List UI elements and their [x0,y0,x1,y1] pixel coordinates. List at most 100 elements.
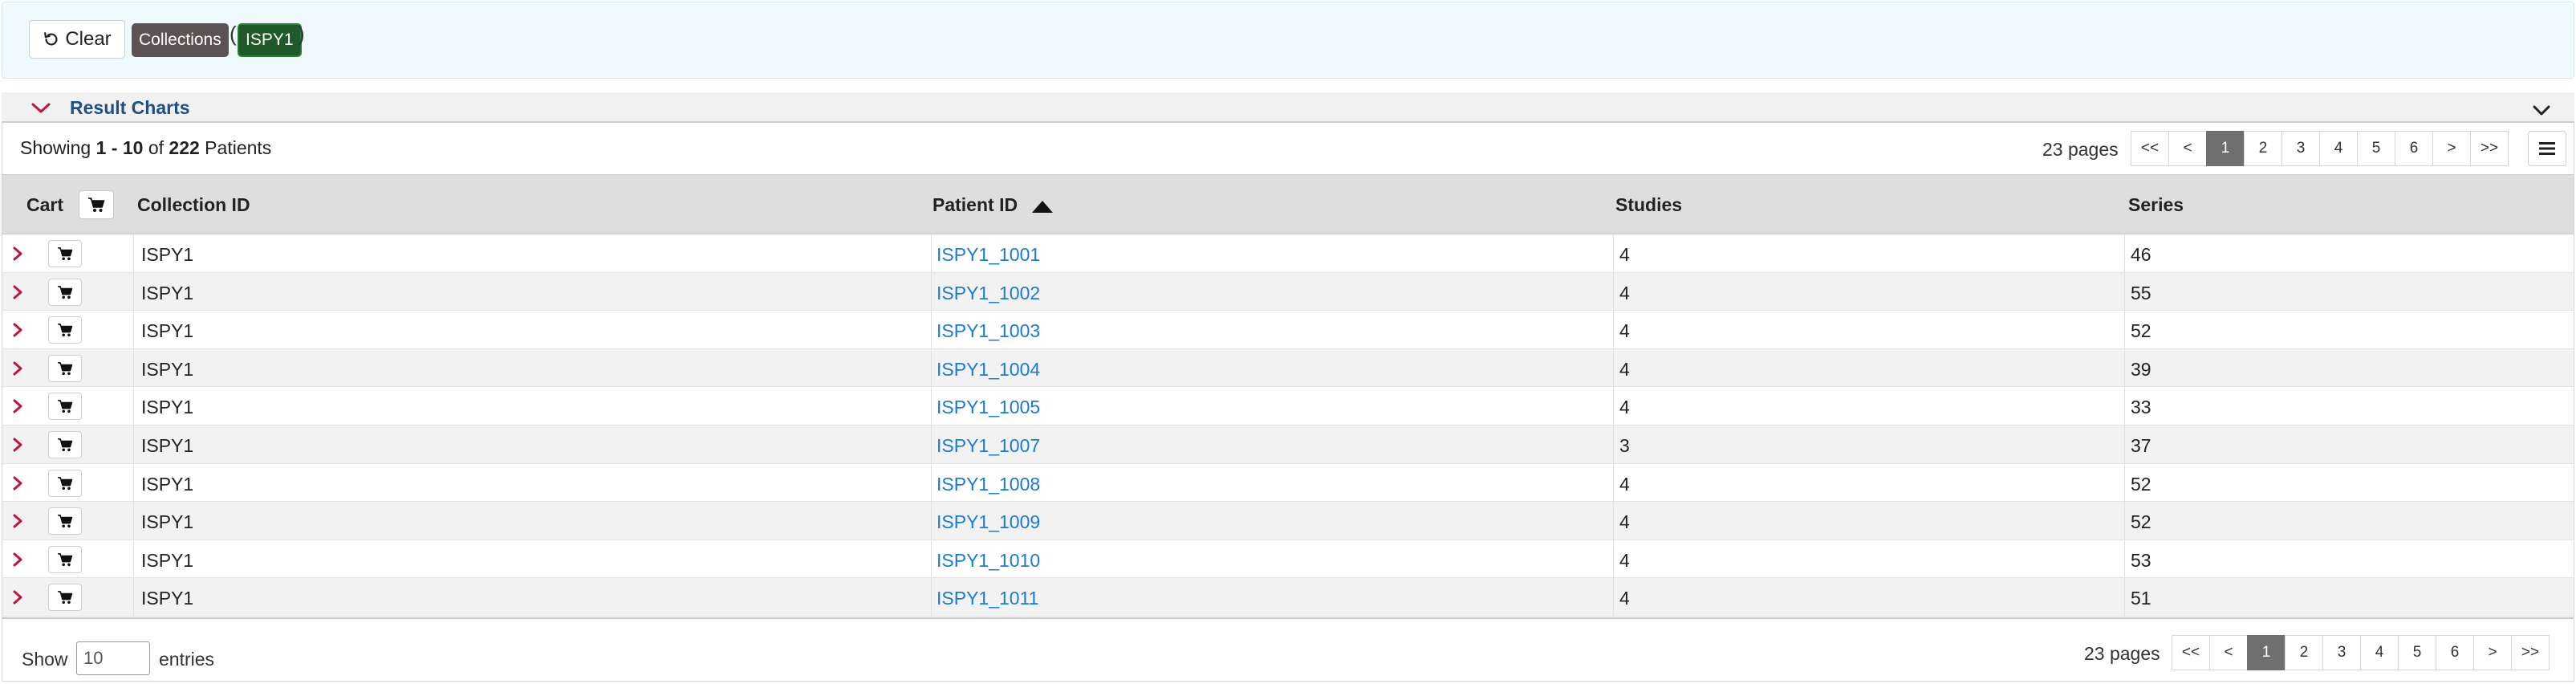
next-page-button[interactable]: > [2432,131,2471,166]
cell-patient-id[interactable]: ISPY1_1004 [937,359,1040,381]
header-collection-id[interactable]: Collection ID [137,194,250,216]
cell-patient-id[interactable]: ISPY1_1011 [937,588,1038,609]
cell-series: 53 [2131,549,2151,571]
add-to-cart-button[interactable] [48,507,82,535]
table-row: ISPY1 ISPY1_1003 4 52 [2,311,2574,349]
last-page-button[interactable]: >> [2470,131,2509,166]
chevron-right-icon[interactable] [11,552,24,568]
undo-icon [44,32,58,46]
patient-id-link[interactable]: ISPY1_1002 [937,283,1040,303]
page-button-6[interactable]: 6 [2436,635,2474,670]
header-patient-id[interactable]: Patient ID [932,194,1054,216]
add-to-cart-button[interactable] [48,354,82,382]
cell-series: 52 [2131,511,2151,533]
add-to-cart-button[interactable] [48,430,82,458]
patient-id-link[interactable]: ISPY1_1011 [937,588,1038,609]
patient-id-link[interactable]: ISPY1_1009 [937,511,1040,532]
pagination-top: << < 1 2 3 4 5 6 > >> [2131,131,2509,166]
cell-patient-id[interactable]: ISPY1_1009 [937,511,1040,533]
cell-collection-id: ISPY1 [141,397,194,418]
cell-patient-id[interactable]: ISPY1_1005 [937,397,1040,418]
patient-id-link[interactable]: ISPY1_1005 [937,397,1040,417]
cell-collection-id: ISPY1 [141,588,194,609]
cell-patient-id[interactable]: ISPY1_1003 [937,320,1040,342]
filter-field-pill[interactable]: Collections [132,23,229,57]
entries-per-page-input[interactable] [76,641,150,675]
add-to-cart-button[interactable] [48,240,82,267]
chevron-right-icon[interactable] [11,284,24,300]
cell-patient-id[interactable]: ISPY1_1008 [937,474,1040,495]
page-button-2[interactable]: 2 [2285,635,2323,670]
table-body: ISPY1 ISPY1_1001 4 46 ISPY1 ISPY1_1002 4 55 ISPY… [2,234,2574,617]
chevron-right-icon[interactable] [11,322,24,338]
cart-icon [88,197,105,212]
cell-patient-id[interactable]: ISPY1_1007 [937,435,1040,457]
cell-collection-id: ISPY1 [141,473,194,495]
chevron-down-icon[interactable] [30,100,51,116]
column-menu-button[interactable] [2528,131,2566,166]
add-to-cart-button[interactable] [48,469,82,497]
table-row: ISPY1 ISPY1_1009 4 52 [2,502,2574,540]
result-charts-title[interactable]: Result Charts [70,97,190,119]
next-page-button[interactable]: > [2473,635,2512,670]
table-row: ISPY1 ISPY1_1007 3 37 [2,425,2574,464]
table-row: ISPY1 ISPY1_1005 4 33 [2,387,2574,425]
page-button-2[interactable]: 2 [2244,131,2282,166]
chevron-right-icon[interactable] [11,475,24,491]
cell-studies: 4 [1619,397,1630,418]
page-button-3[interactable]: 3 [2281,131,2320,166]
page-button-4[interactable]: 4 [2319,131,2358,166]
patient-id-link[interactable]: ISPY1_1008 [937,474,1040,495]
patient-id-link[interactable]: ISPY1_1003 [937,320,1040,341]
cell-series: 55 [2131,282,2151,303]
entries-label: entries [159,649,215,670]
first-page-button[interactable]: << [2131,131,2169,166]
prev-page-button[interactable]: < [2168,131,2207,166]
cell-patient-id[interactable]: ISPY1_1010 [937,550,1040,572]
chevron-right-icon[interactable] [11,360,24,377]
patient-id-link[interactable]: ISPY1_1010 [937,550,1040,571]
patient-id-link[interactable]: ISPY1_1001 [937,244,1040,265]
result-charts-panel[interactable]: Result Charts [2,92,2574,123]
chevron-right-icon[interactable] [11,398,24,414]
page-button-4[interactable]: 4 [2360,635,2399,670]
cell-collection-id: ISPY1 [141,282,194,303]
page-button-5[interactable]: 5 [2398,635,2436,670]
first-page-button[interactable]: << [2172,635,2210,670]
filter-value-pill[interactable]: ISPY1 [238,23,302,57]
clear-button[interactable]: Clear [29,20,125,59]
page-button-6[interactable]: 6 [2395,131,2433,166]
cell-series: 52 [2131,320,2151,342]
add-to-cart-button[interactable] [48,545,82,573]
cell-patient-id[interactable]: ISPY1_1002 [937,283,1040,304]
collapse-chevron-icon[interactable] [2531,104,2552,118]
chevron-right-icon[interactable] [11,246,24,262]
patient-id-link[interactable]: ISPY1_1004 [937,359,1040,380]
page-button-5[interactable]: 5 [2357,131,2395,166]
add-to-cart-button[interactable] [48,278,82,306]
chevron-right-icon[interactable] [11,589,24,605]
header-series[interactable]: Series [2128,194,2184,216]
header-studies[interactable]: Studies [1615,194,1682,216]
patient-id-link[interactable]: ISPY1_1007 [937,435,1040,456]
patients-table: Cart Collection ID Patient ID Studies Se… [2,174,2574,617]
add-to-cart-button[interactable] [48,393,82,421]
last-page-button[interactable]: >> [2511,635,2550,670]
cell-series: 51 [2131,588,2151,609]
cell-patient-id[interactable]: ISPY1_1001 [937,244,1040,266]
page-button-1[interactable]: 1 [2206,131,2245,166]
add-all-to-cart-button[interactable] [79,190,114,219]
summary-suffix: Patients [199,137,272,158]
chevron-right-icon[interactable] [11,437,24,453]
add-to-cart-button[interactable] [48,316,82,344]
summary-prefix: Showing [20,137,96,158]
summary-total: 222 [169,137,200,158]
add-to-cart-button[interactable] [48,584,82,612]
prev-page-button[interactable]: < [2209,635,2248,670]
chevron-right-icon[interactable] [11,513,24,529]
page-button-1[interactable]: 1 [2247,635,2285,670]
table-header: Cart Collection ID Patient ID Studies Se… [2,174,2574,234]
page-button-3[interactable]: 3 [2322,635,2361,670]
cart-icon [58,400,73,413]
cell-collection-id: ISPY1 [141,434,194,456]
